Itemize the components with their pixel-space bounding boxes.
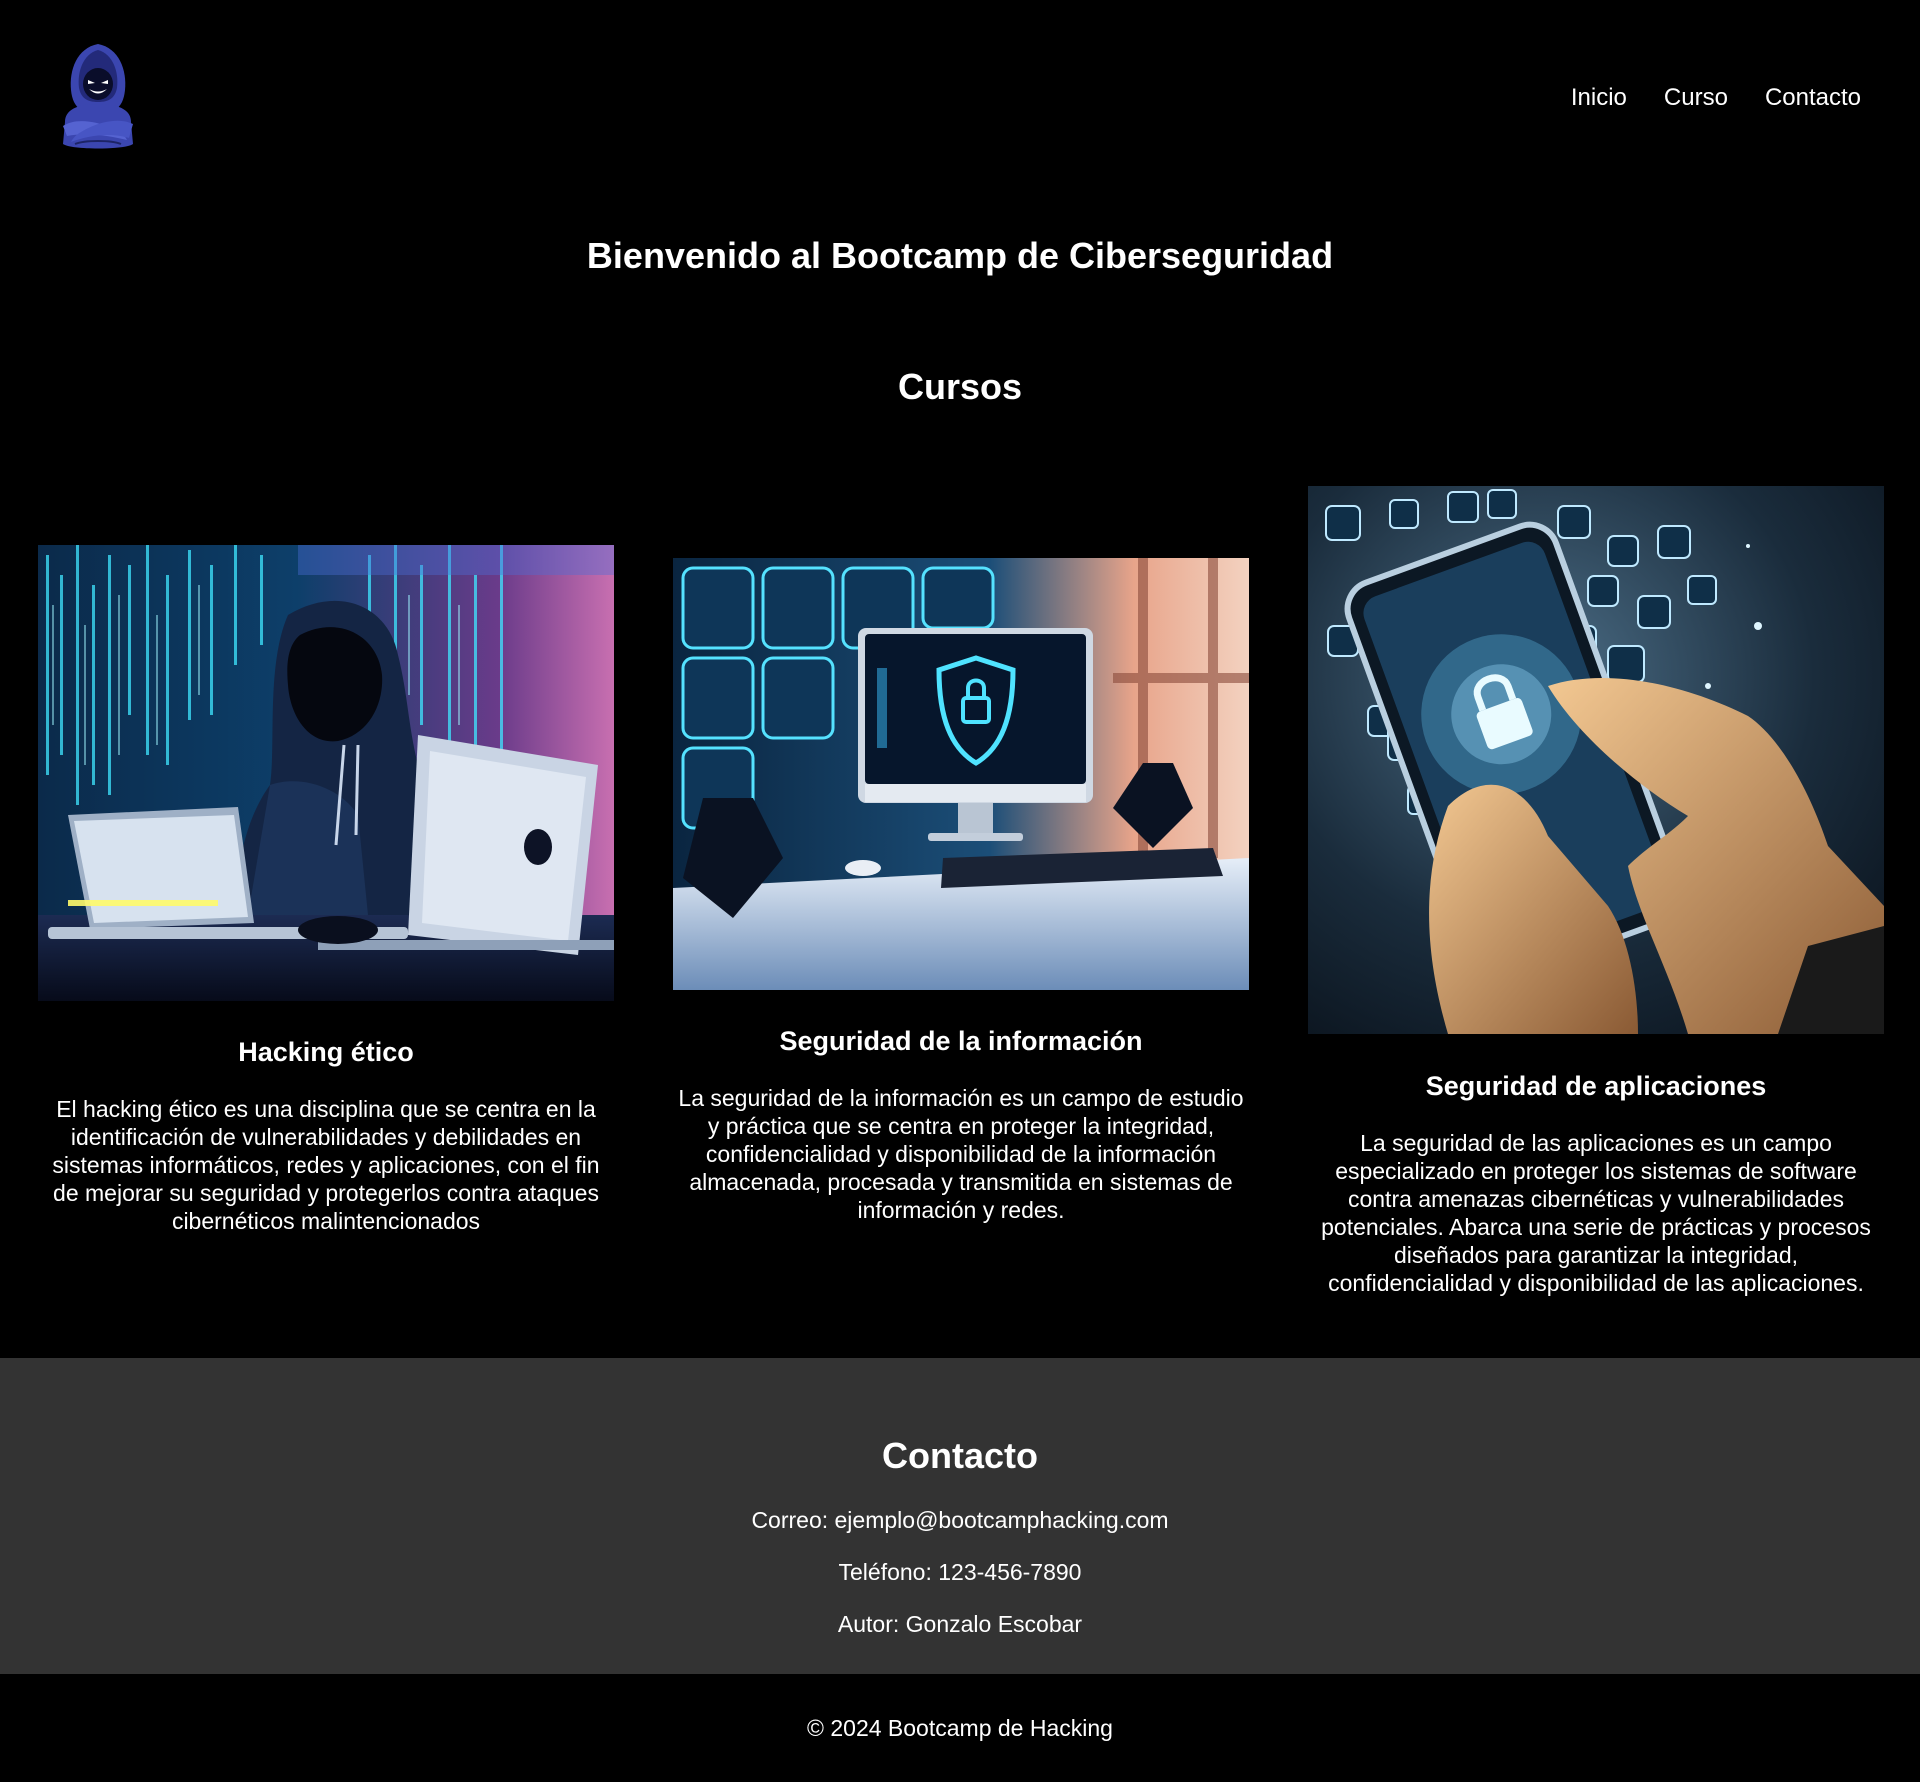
hooded-hacker-laptop-image [38, 545, 614, 1001]
course-title: Hacking ético [238, 1037, 414, 1067]
site-header: Inicio Curso Contacto [0, 0, 1920, 200]
course-title: Seguridad de la información [779, 1026, 1143, 1056]
course-card-seguridad-informacion: Seguridad de la información La seguridad… [673, 558, 1249, 1224]
contact-author: Autor: Gonzalo Escobar [837, 1611, 1083, 1637]
copyright-text: © 2024 Bootcamp de Hacking [807, 1715, 1113, 1741]
course-card-seguridad-aplicaciones: Seguridad de aplicaciones La seguridad d… [1308, 486, 1884, 1297]
smartphone-padlock-hand-image [1308, 486, 1884, 1034]
main-nav: Inicio Curso Contacto [1571, 84, 1861, 112]
contact-phone: Teléfono: 123-456-7890 [838, 1559, 1082, 1585]
page-title: Bienvenido al Bootcamp de Ciberseguridad [586, 235, 1334, 276]
course-card-hacking-etico: Hacking ético El hacking ético es una di… [38, 545, 614, 1235]
hooded-hacker-logo-icon[interactable] [55, 40, 141, 152]
courses-section-title: Cursos [897, 366, 1023, 407]
nav-link-contacto[interactable]: Contacto [1765, 84, 1861, 112]
site-footer: © 2024 Bootcamp de Hacking [0, 1674, 1920, 1782]
contact-section: Contacto Correo: ejemplo@bootcamphacking… [0, 1358, 1920, 1674]
contact-title: Contacto [882, 1435, 1038, 1476]
nav-link-inicio[interactable]: Inicio [1571, 84, 1627, 112]
monitor-padlock-shield-image [673, 558, 1249, 990]
course-description: La seguridad de las aplicaciones es un c… [1321, 1130, 1871, 1296]
course-description: El hacking ético es una disciplina que s… [52, 1096, 600, 1234]
course-title: Seguridad de aplicaciones [1425, 1071, 1767, 1101]
contact-email: Correo: ejemplo@bootcamphacking.com [751, 1507, 1169, 1533]
nav-link-curso[interactable]: Curso [1664, 84, 1728, 112]
course-description: La seguridad de la información es un cam… [678, 1085, 1244, 1223]
